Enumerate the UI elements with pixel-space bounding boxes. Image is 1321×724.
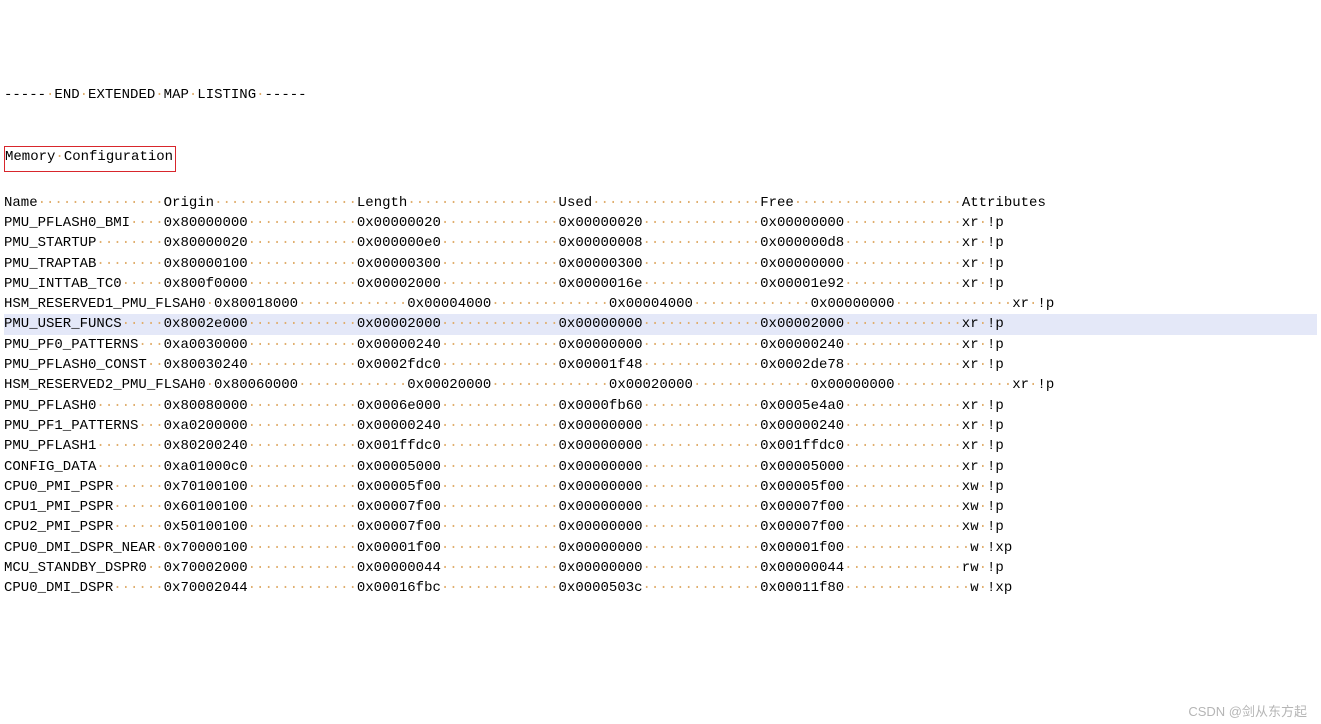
table-row: PMU_INTTAB_TC0·····0x800f0000···········… [4,274,1317,294]
table-row: CPU0_PMI_PSPR······0x70100100···········… [4,477,1317,497]
table-row: HSM_RESERVED1_PMU_FLSAH0·0x80018000·····… [4,294,1317,314]
table-header: Name···············Origin···············… [4,193,1317,213]
table-row: PMU_PF0_PATTERNS···0xa0030000···········… [4,335,1317,355]
table-row: CPU1_PMI_PSPR······0x60100100···········… [4,497,1317,517]
table-row: PMU_PFLASH0_BMI····0x80000000···········… [4,213,1317,233]
table-row: PMU_TRAPTAB········0x80000100···········… [4,254,1317,274]
table-row: PMU_STARTUP········0x80000020···········… [4,233,1317,253]
table-row: PMU_PFLASH1········0x80200240···········… [4,436,1317,456]
section-title-box: Memory·Configuration [4,146,176,172]
table-row: CPU2_PMI_PSPR······0x50100100···········… [4,517,1317,537]
table-row: PMU_PFLASH0········0x80080000···········… [4,396,1317,416]
table-row: MCU_STANDBY_DSPR0··0x70002000···········… [4,558,1317,578]
table-row: CONFIG_DATA········0xa01000c0···········… [4,457,1317,477]
table-row: CPU0_DMI_DSPR_NEAR·0x70000100···········… [4,538,1317,558]
table-row: PMU_USER_FUNCS·····0x8002e000···········… [4,314,1317,334]
table-row: PMU_PF1_PATTERNS···0xa0200000···········… [4,416,1317,436]
end-extended-map-listing: -----·END·EXTENDED·MAP·LISTING·----- [4,85,1317,105]
table-row: HSM_RESERVED2_PMU_FLSAH0·0x80060000·····… [4,375,1317,395]
blank-line [4,126,1317,146]
watermark: CSDN @剑从东方起 [1188,703,1307,722]
table-row: PMU_PFLASH0_CONST··0x80030240···········… [4,355,1317,375]
blank-line [4,172,1317,192]
blank-line [4,105,1317,125]
table-row: CPU0_DMI_DSPR······0x70002044···········… [4,578,1317,598]
